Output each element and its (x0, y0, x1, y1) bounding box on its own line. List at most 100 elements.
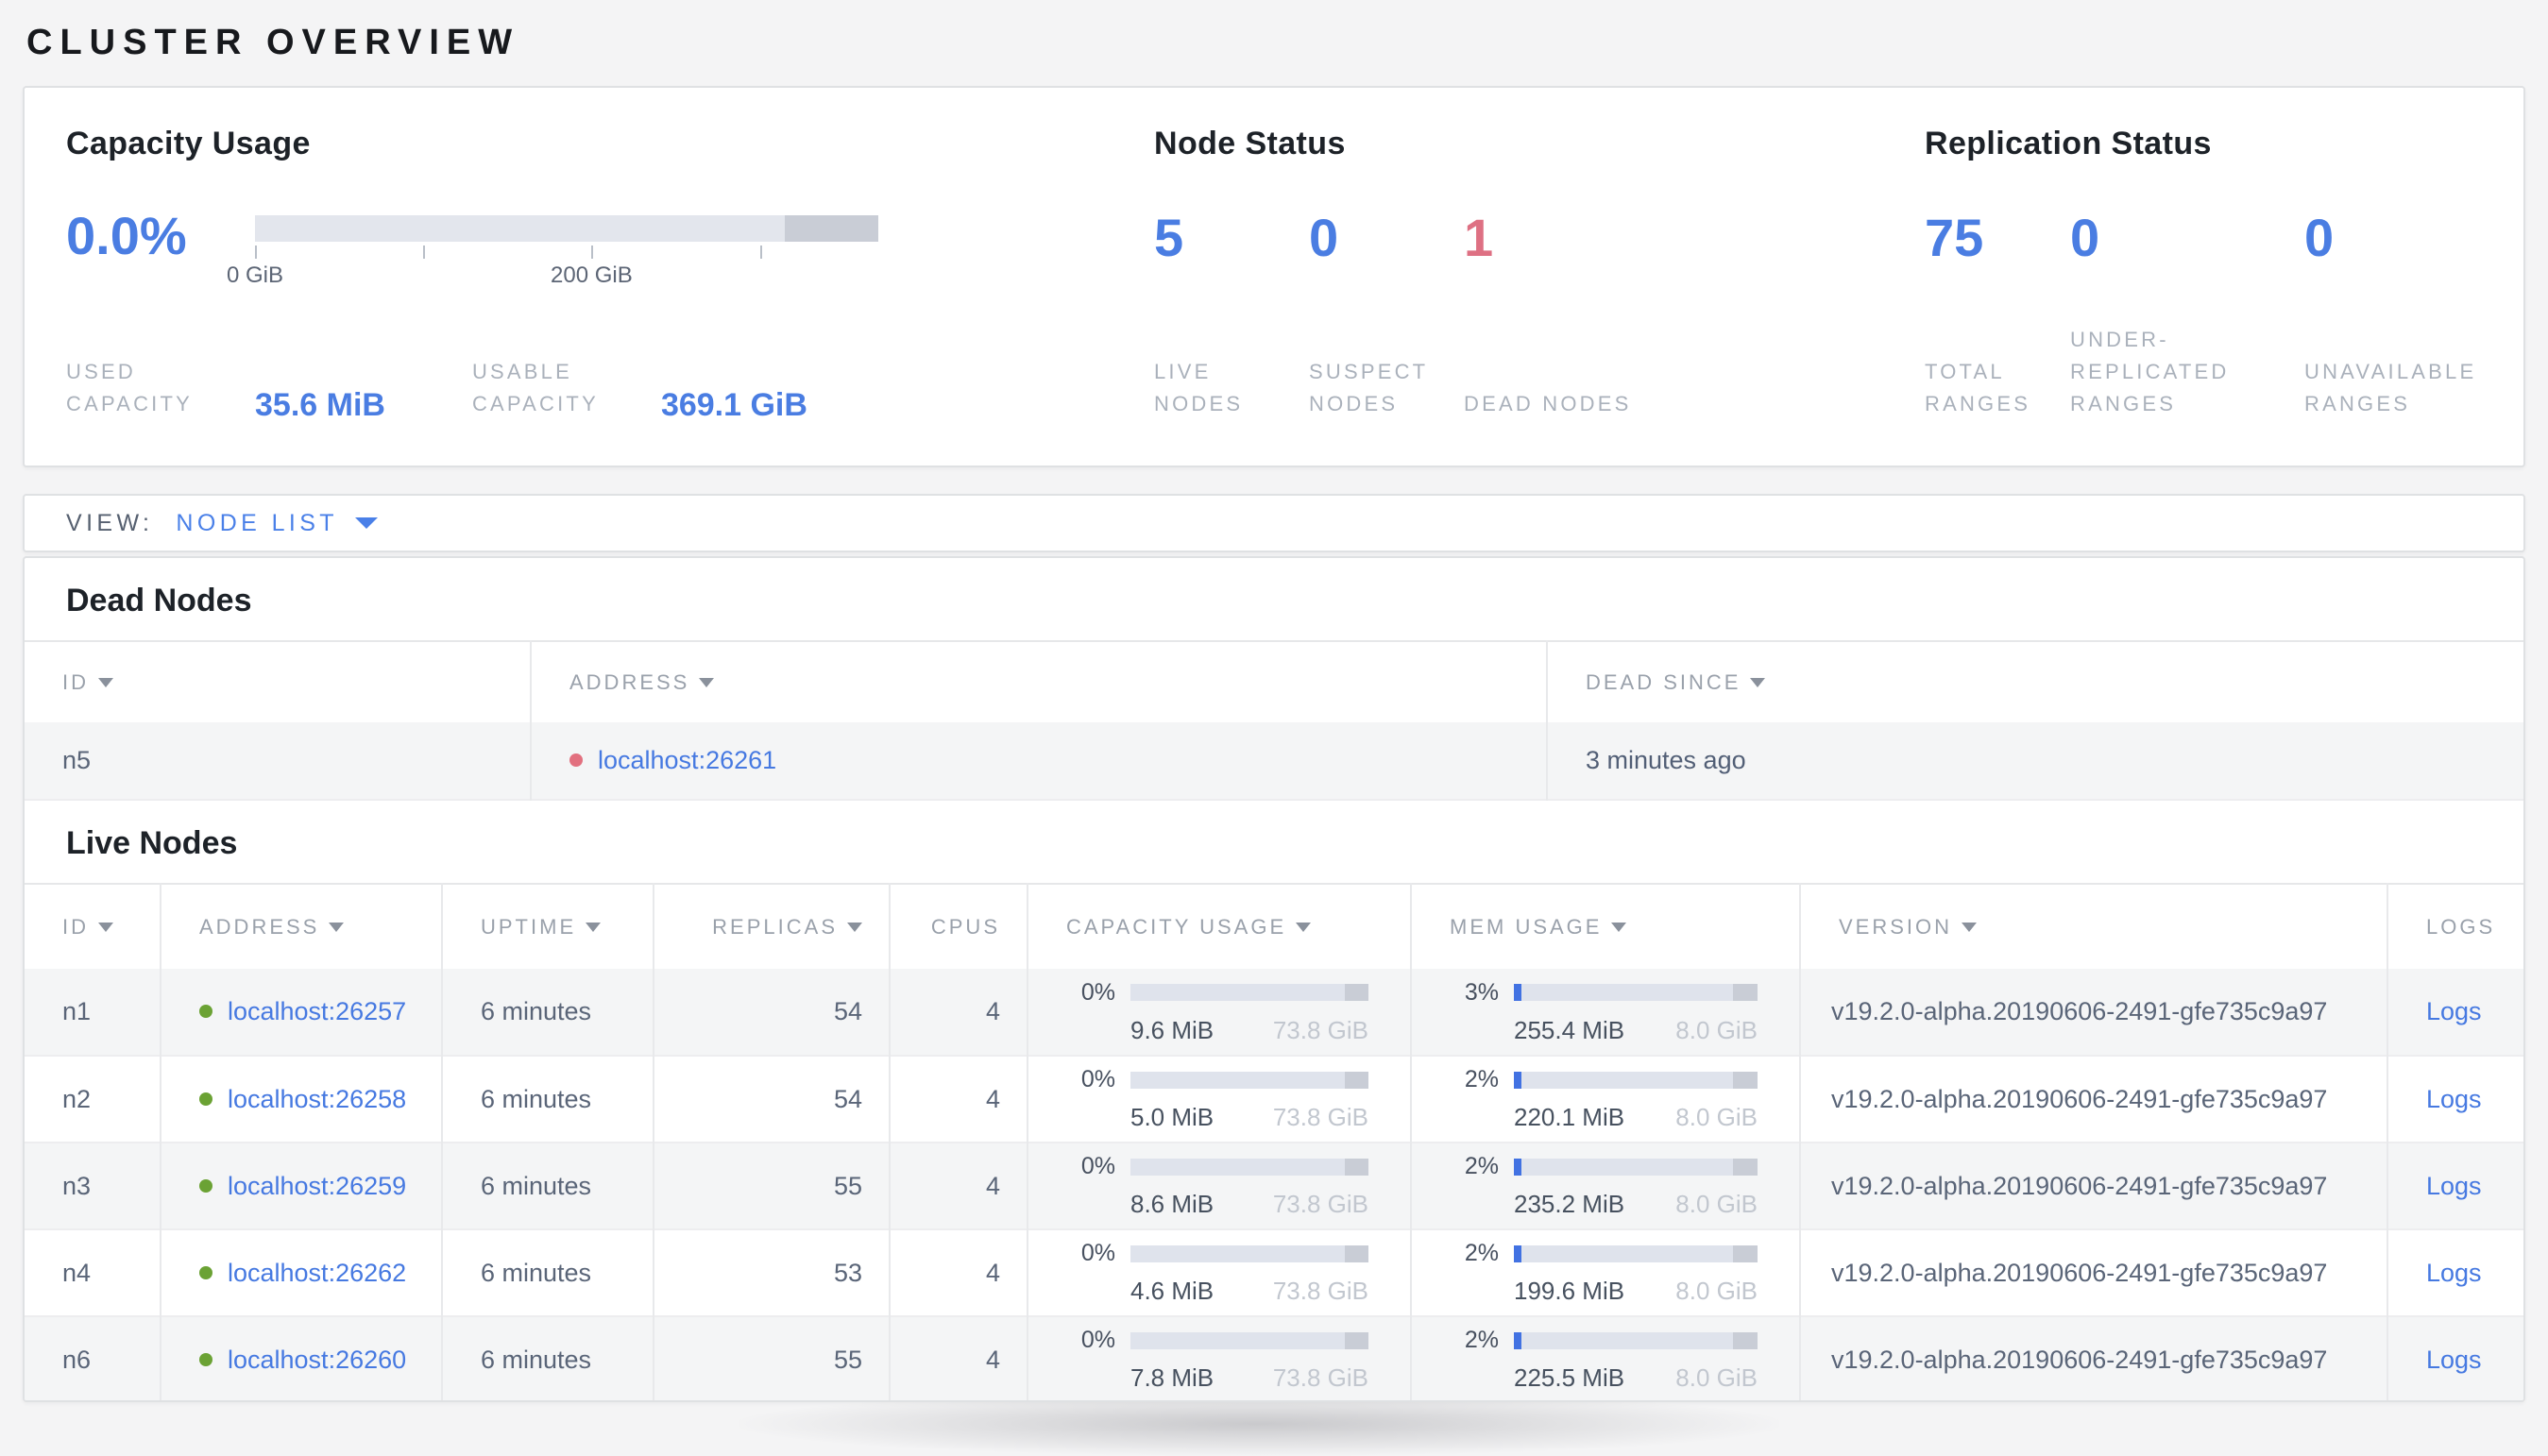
capacity-percent: 0% (1080, 1240, 1115, 1266)
dead-node-id: n5 (25, 722, 532, 800)
sort-desc-icon (98, 922, 113, 932)
live-col-cpus[interactable]: CPUS (890, 884, 1028, 969)
live-node-row: n4 localhost:26262 6 minutes 53 4 0% 4.6… (25, 1229, 2523, 1316)
mem-total-value: 8.0 GiB (1675, 1103, 1758, 1131)
live-col-capacity-usage[interactable]: CAPACITY USAGE (1028, 884, 1412, 969)
live-node-logs-cell: Logs (2387, 1316, 2523, 1400)
suspect-nodes-stat: 0 SUSPECT NODES (1309, 208, 1464, 420)
used-capacity-stat: USED CAPACITY 35.6 MiB (66, 356, 385, 423)
dead-col-id[interactable]: ID (25, 641, 532, 722)
capacity-bar-other-segment (1344, 1071, 1368, 1089)
live-node-id: n2 (25, 1056, 161, 1143)
dead-node-address-cell: localhost:26261 (531, 722, 1548, 800)
live-node-row: n3 localhost:26259 6 minutes 55 4 0% 8.6… (25, 1143, 2523, 1229)
live-col-replicas[interactable]: REPLICAS (654, 884, 891, 969)
live-node-replicas: 54 (654, 1056, 891, 1143)
mem-total-value: 8.0 GiB (1675, 1015, 1758, 1044)
dead-node-dead-since: 3 minutes ago (1547, 722, 2523, 800)
capacity-bar (1130, 1071, 1368, 1089)
dead-nodes-table: ID ADDRESS DEAD SINCE n5 localhost:26261… (25, 640, 2523, 801)
capacity-total-value: 73.8 GiB (1272, 1103, 1368, 1131)
mem-percent: 3% (1464, 978, 1499, 1006)
live-node-uptime: 6 minutes (442, 1316, 654, 1400)
sort-desc-icon (98, 677, 113, 687)
mem-bar-other-segment (1733, 984, 1758, 1001)
logs-link[interactable]: Logs (2426, 997, 2482, 1025)
live-col-uptime[interactable]: UPTIME (442, 884, 654, 969)
sort-desc-icon (1750, 677, 1766, 687)
unavailable-ranges-stat: 0 UNAVAILABLE RANGES (2304, 208, 2531, 420)
sort-desc-icon (1962, 922, 1978, 932)
usable-capacity-value: 369.1 GiB (660, 387, 807, 423)
capacity-used-value: 5.0 MiB (1130, 1103, 1215, 1131)
under-replicated-ranges-stat: 0 UNDER-REPLICATED RANGES (2070, 208, 2304, 420)
capacity-total-value: 73.8 GiB (1272, 1363, 1368, 1392)
live-node-mem-usage: 2% 220.1 MiB 8.0 GiB (1411, 1056, 1801, 1143)
replication-status-heading: Replication Status (1925, 126, 2212, 161)
mem-total-value: 8.0 GiB (1675, 1190, 1758, 1218)
dead-node-address-link[interactable]: localhost:26261 (598, 746, 776, 774)
live-node-address-link[interactable]: localhost:26258 (228, 1085, 406, 1113)
live-status-dot-icon (199, 1265, 212, 1279)
capacity-usage-section: Capacity Usage 0.0% 0 GiB 200 GiB USED C… (66, 126, 1154, 423)
live-col-logs[interactable]: LOGS (2387, 884, 2523, 969)
capacity-gauge-other-segment (785, 215, 878, 242)
live-node-version: v19.2.0-alpha.20190606-2491-gfe735c9a97 (1800, 1143, 2388, 1229)
dead-col-dead-since[interactable]: DEAD SINCE (1547, 641, 2523, 722)
chevron-down-icon[interactable] (354, 517, 378, 529)
capacity-bar-other-segment (1344, 1244, 1368, 1262)
sort-desc-icon (329, 922, 345, 932)
live-nodes-stat: 5 LIVE NODES (1154, 208, 1309, 420)
live-node-address-link[interactable]: localhost:26257 (228, 997, 406, 1025)
live-nodes-table: ID ADDRESS UPTIME REPLICAS CPUS CAPACITY… (25, 883, 2523, 1400)
logs-link[interactable]: Logs (2426, 1259, 2482, 1287)
cluster-summary-card: Capacity Usage 0.0% 0 GiB 200 GiB USED C… (23, 86, 2525, 467)
live-node-version: v19.2.0-alpha.20190606-2491-gfe735c9a97 (1800, 1229, 2388, 1316)
live-node-address-link[interactable]: localhost:26259 (228, 1172, 406, 1200)
live-node-address-link[interactable]: localhost:26262 (228, 1259, 406, 1287)
capacity-total-value: 73.8 GiB (1272, 1277, 1368, 1305)
mem-bar (1514, 1244, 1758, 1262)
mem-used-value: 220.1 MiB (1514, 1103, 1625, 1131)
view-dropdown[interactable]: NODE LIST (176, 510, 338, 537)
node-status-section: Node Status 5 LIVE NODES 0 SUSPECT NODES… (1154, 126, 1925, 420)
live-node-version: v19.2.0-alpha.20190606-2491-gfe735c9a97 (1800, 1316, 2388, 1400)
node-status-heading: Node Status (1154, 126, 1346, 161)
logs-link[interactable]: Logs (2426, 1172, 2482, 1200)
mem-bar-other-segment (1733, 1331, 1758, 1349)
live-node-logs-cell: Logs (2387, 1056, 2523, 1143)
live-col-address[interactable]: ADDRESS (161, 884, 443, 969)
suspect-nodes-label: SUSPECT NODES (1309, 359, 1428, 415)
live-node-cpus: 4 (890, 1056, 1028, 1143)
live-node-capacity-usage: 0% 9.6 MiB 73.8 GiB (1028, 969, 1412, 1056)
live-col-id[interactable]: ID (25, 884, 161, 969)
live-node-uptime: 6 minutes (442, 969, 654, 1056)
view-label: VIEW: (66, 509, 154, 536)
mem-used-value: 225.5 MiB (1514, 1363, 1625, 1392)
mem-bar (1514, 984, 1758, 1001)
live-col-mem-usage[interactable]: MEM USAGE (1411, 884, 1801, 969)
dead-nodes-value: 1 (1464, 208, 1494, 267)
live-node-id: n4 (25, 1229, 161, 1316)
total-ranges-stat: 75 TOTAL RANGES (1925, 208, 2070, 420)
capacity-percent: 0% (1080, 1327, 1115, 1353)
live-node-uptime: 6 minutes (442, 1143, 654, 1229)
live-node-address-link[interactable]: localhost:26260 (228, 1346, 406, 1374)
live-node-capacity-usage: 0% 7.8 MiB 73.8 GiB (1028, 1316, 1412, 1400)
mem-percent: 2% (1464, 1066, 1499, 1092)
gauge-tick (591, 245, 594, 259)
mem-total-value: 8.0 GiB (1675, 1277, 1758, 1305)
used-capacity-value: 35.6 MiB (255, 387, 385, 423)
mem-bar-fill (1514, 1071, 1521, 1089)
logs-link[interactable]: Logs (2426, 1346, 2482, 1374)
live-col-version[interactable]: VERSION (1800, 884, 2388, 969)
logs-link[interactable]: Logs (2426, 1085, 2482, 1113)
sort-desc-icon (699, 677, 715, 687)
live-node-id: n6 (25, 1316, 161, 1400)
total-ranges-value: 75 (1925, 208, 1984, 267)
dead-col-address[interactable]: ADDRESS (531, 641, 1548, 722)
dead-status-dot-icon (569, 753, 583, 767)
live-node-address-cell: localhost:26260 (161, 1316, 443, 1400)
capacity-bar (1130, 1158, 1368, 1176)
dead-nodes-heading: Dead Nodes (66, 583, 252, 618)
